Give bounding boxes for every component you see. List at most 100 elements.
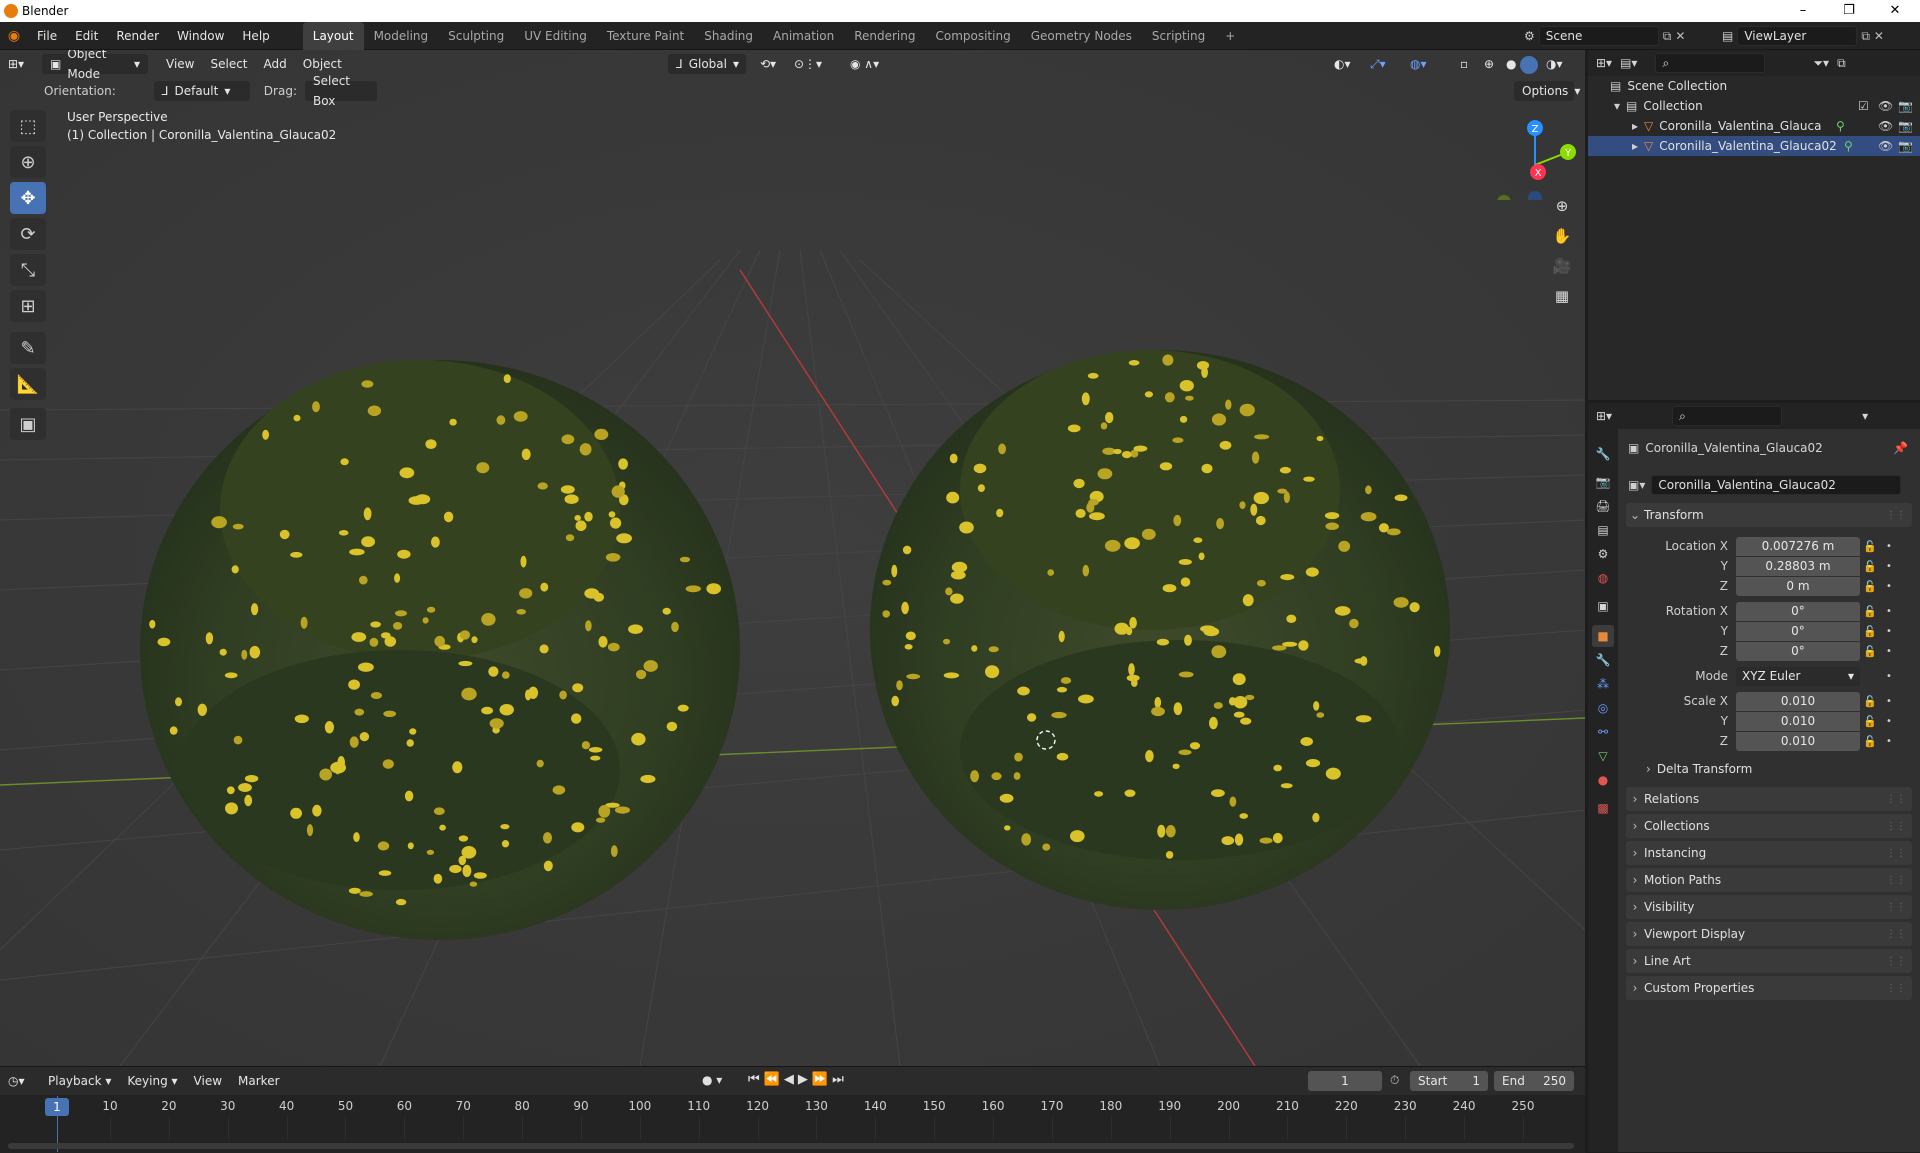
keyframe-dot-icon[interactable]: • — [1880, 581, 1898, 592]
proportional-editing-icon[interactable]: ◉ ∧▾ — [842, 52, 887, 76]
scene-remove-icon[interactable]: ✕ — [1675, 29, 1685, 43]
particles-tab-icon[interactable]: ⁂ — [1592, 673, 1614, 695]
drag-grip-icon[interactable]: ⋮⋮ — [1886, 510, 1906, 521]
rotation-x-field[interactable]: 0° — [1736, 601, 1860, 621]
visibility-eye-icon[interactable]: 👁 — [1878, 119, 1893, 133]
scale-tool-icon[interactable]: ⤡ — [10, 254, 46, 286]
lock-icon[interactable]: 🔓 — [1860, 625, 1880, 638]
view-layer-tab-icon[interactable]: ▤ — [1592, 519, 1614, 541]
menu-render[interactable]: Render — [107, 22, 168, 50]
outliner-row-scene-collection[interactable]: ▤ Scene Collection — [1588, 76, 1920, 96]
marker-menu[interactable]: Marker — [230, 1069, 287, 1093]
custom-properties-panel[interactable]: › Custom Properties ⋮⋮ — [1626, 976, 1912, 1000]
cursor-tool-icon[interactable]: ⊕ — [10, 146, 46, 178]
navigation-gizmo[interactable]: Z Y X — [1490, 110, 1580, 200]
rendered-shading-icon[interactable]: ◑▾ — [1538, 52, 1571, 76]
modifier-tab-icon[interactable]: 🔧 — [1592, 649, 1614, 671]
expand-chevron-icon[interactable]: ▸ — [1632, 139, 1638, 153]
menu-select[interactable]: Select — [202, 52, 255, 76]
expand-chevron-icon[interactable]: ▸ — [1632, 119, 1638, 133]
collection-tab-icon[interactable]: ▣ — [1592, 595, 1614, 617]
menu-add[interactable]: Add — [256, 52, 295, 76]
jump-start-icon[interactable]: ⏮ — [748, 1072, 764, 1087]
overlays-toggle-icon[interactable]: ◍▾ — [1402, 52, 1435, 76]
zoom-icon[interactable]: ⊕ — [1548, 192, 1576, 220]
object-browse-icon[interactable]: ▣▾ — [1628, 478, 1645, 492]
scale-x-field[interactable]: 0.010 — [1736, 691, 1860, 711]
scene-tab-icon[interactable]: ⚙ — [1592, 543, 1614, 565]
tab-modeling[interactable]: Modeling — [364, 22, 439, 50]
play-reverse-icon[interactable]: ◀ — [784, 1072, 798, 1087]
perspective-toggle-icon[interactable]: ▦ — [1548, 282, 1576, 310]
constraints-tab-icon[interactable]: ⚯ — [1592, 721, 1614, 743]
lock-icon[interactable]: 🔓 — [1860, 560, 1880, 573]
data-tab-icon[interactable]: ▽ — [1592, 745, 1614, 767]
expand-chevron-icon[interactable]: ▾ — [1614, 99, 1620, 113]
tab-sculpting[interactable]: Sculpting — [438, 22, 514, 50]
properties-options-icon[interactable]: ▾ — [1862, 409, 1868, 423]
timeline-scrubber[interactable]: 10 20 30 40 50 60 70 80 90 100 110 120 130 140 150 160 1… — [0, 1095, 1585, 1153]
new-collection-icon[interactable]: ⧉ — [1837, 56, 1846, 71]
minimize-button[interactable]: – — [1780, 0, 1826, 22]
tab-shading[interactable]: Shading — [694, 22, 763, 50]
drag-grip-icon[interactable]: ⋮⋮ — [1886, 983, 1906, 994]
orientation-dropdown[interactable]: ⅃ Default ▾ — [153, 81, 250, 101]
lock-icon[interactable]: 🔓 — [1860, 645, 1880, 658]
keyframe-dot-icon[interactable]: • — [1880, 646, 1898, 657]
playhead-frame-badge[interactable]: 1 — [45, 1098, 69, 1116]
world-tab-icon[interactable]: ◍ — [1592, 567, 1614, 589]
add-cube-tool-icon[interactable]: ▣ — [10, 408, 46, 440]
drag-grip-icon[interactable]: ⋮⋮ — [1886, 902, 1906, 913]
physics-tab-icon[interactable]: ◎ — [1592, 697, 1614, 719]
pan-hand-icon[interactable]: ✋ — [1548, 222, 1576, 250]
lock-icon[interactable]: 🔓 — [1860, 715, 1880, 728]
location-y-field[interactable]: 0.28803 m — [1736, 556, 1860, 576]
stopwatch-icon[interactable]: ⏱ — [1390, 1073, 1399, 1088]
scene-icon[interactable]: ⚙ — [1524, 29, 1535, 43]
outliner-row-object[interactable]: ▸ ▽ Coronilla_Valentina_Glauca ⚲ 👁 📷 — [1588, 116, 1920, 136]
visibility-eye-icon[interactable]: 👁 — [1878, 139, 1893, 153]
visibility-panel[interactable]: › Visibility ⋮⋮ — [1626, 895, 1912, 919]
tab-texture-paint[interactable]: Texture Paint — [597, 22, 694, 50]
scale-y-field[interactable]: 0.010 — [1736, 711, 1860, 731]
keyframe-dot-icon[interactable]: • — [1880, 606, 1898, 617]
tab-rendering[interactable]: Rendering — [844, 22, 925, 50]
viewport-scene[interactable] — [0, 50, 1585, 1066]
tool-tab-icon[interactable]: 🔧 — [1592, 443, 1614, 465]
view-layer-new-icon[interactable]: ⧉ — [1861, 29, 1870, 44]
keying-menu[interactable]: Keying ▾ — [119, 1069, 185, 1093]
drag-grip-icon[interactable]: ⋮⋮ — [1886, 956, 1906, 967]
timeline-view-menu[interactable]: View — [186, 1069, 230, 1093]
keyframe-dot-icon[interactable]: • — [1880, 541, 1898, 552]
scene-name-field[interactable]: Scene — [1538, 26, 1659, 46]
gizmo-toggle-icon[interactable]: ⤢▾ — [1362, 52, 1394, 76]
keyframe-dot-icon[interactable]: • — [1880, 671, 1898, 682]
display-mode-icon[interactable]: ▤▾ — [1620, 56, 1637, 70]
material-tab-icon[interactable]: ● — [1592, 769, 1614, 791]
transform-panel-header[interactable]: ⌄ Transform ⋮⋮ — [1626, 503, 1912, 527]
drag-grip-icon[interactable]: ⋮⋮ — [1886, 794, 1906, 805]
drag-grip-icon[interactable]: ⋮⋮ — [1886, 929, 1906, 940]
outliner-row-collection[interactable]: ▾ ▤ Collection ☑ 👁 📷 — [1588, 96, 1920, 116]
collections-panel[interactable]: › Collections ⋮⋮ — [1626, 814, 1912, 838]
timeline-editor-type-icon[interactable]: ◷▾ — [0, 1069, 40, 1093]
location-x-field[interactable]: 0.007276 m — [1736, 536, 1860, 556]
tab-animation[interactable]: Animation — [763, 22, 844, 50]
render-camera-icon[interactable]: 📷 — [1898, 99, 1913, 113]
properties-editor-type-icon[interactable]: ⊞▾ — [1596, 409, 1612, 423]
menu-help[interactable]: Help — [233, 22, 278, 50]
add-workspace-button[interactable]: + — [1215, 22, 1245, 50]
tab-uv-editing[interactable]: UV Editing — [514, 22, 597, 50]
outliner-row-object-selected[interactable]: ▸ ▽ Coronilla_Valentina_Glauca02 ⚲ 👁 📷 — [1588, 136, 1920, 156]
instancing-panel[interactable]: › Instancing ⋮⋮ — [1626, 841, 1912, 865]
mode-dropdown[interactable]: ▣ Object Mode ▾ — [42, 50, 148, 81]
outliner-editor-type-icon[interactable]: ⊞▾ — [1596, 56, 1612, 70]
keyframe-dot-icon[interactable]: • — [1880, 716, 1898, 727]
play-icon[interactable]: ▶ — [798, 1072, 812, 1087]
snap-icon[interactable]: ⊙⋮▾ — [786, 52, 830, 76]
annotate-tool-icon[interactable]: ✎ — [10, 332, 46, 364]
scene-new-icon[interactable]: ⧉ — [1663, 29, 1672, 44]
playback-menu[interactable]: Playback ▾ — [40, 1069, 119, 1093]
view-layer-field[interactable]: ViewLayer — [1737, 26, 1858, 46]
end-frame-field[interactable]: End 250 — [1494, 1071, 1574, 1091]
